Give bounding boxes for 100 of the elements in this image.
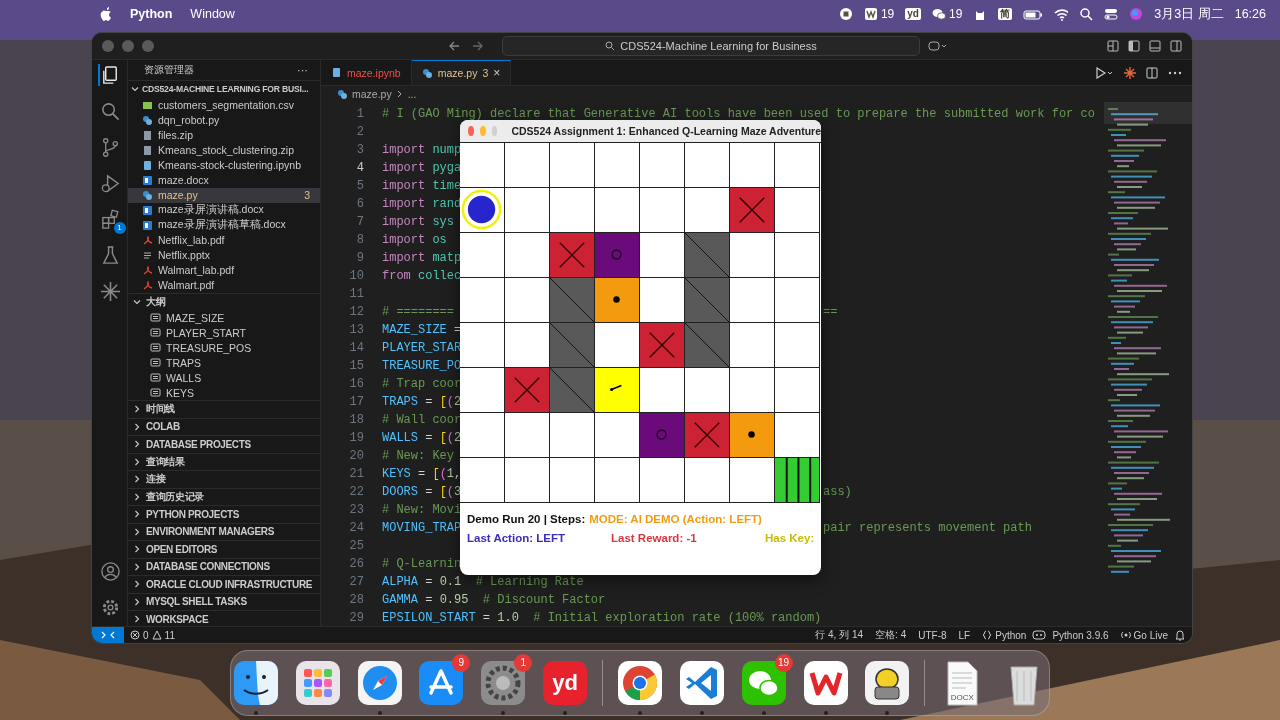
file-item[interactable]: maze录屏演讲稿草稿.docx [128,217,320,233]
editor-tab[interactable]: maze.ipynb [321,60,412,85]
panel-toggle-icon[interactable] [1149,40,1161,52]
section-header[interactable]: CDS524-MACHINE LEARNING FOR BUSI... [128,80,320,98]
section-header[interactable]: 连接 [128,470,320,488]
chat-bubbles-icon[interactable] [931,7,946,21]
orb-icon[interactable] [1129,7,1144,21]
command-center[interactable]: CDS524-Machine Learning for Business [502,36,920,56]
apple-icon[interactable] [100,7,112,21]
run-debug-icon[interactable] [100,172,121,194]
outline-item[interactable]: TREASURE_POS [128,340,320,355]
app-menu[interactable]: Python [130,7,173,21]
section-header[interactable]: DATABASE PROJECTS [128,435,320,453]
sidebar-toggle-icon[interactable] [1128,40,1140,52]
interpreter-selector[interactable]: Python 3.9.6 [1046,629,1115,641]
section-header[interactable]: OPEN EDITORS [128,540,320,558]
menu-clock[interactable]: 16:26 [1234,7,1266,21]
section-header[interactable]: PYTHON PROJECTS [128,505,320,523]
finder-icon[interactable] [231,659,280,707]
file-item[interactable]: Kmeans-stock-clustering.ipynb [128,157,320,173]
section-header[interactable]: MYSQL SHELL TASKS [128,592,320,610]
menu-item[interactable]: Window [190,7,235,21]
line-number: 18 [348,413,365,427]
outline-item[interactable]: WALLS [128,370,320,385]
copilot-icon[interactable] [928,40,948,52]
section-header[interactable]: 查询历史记录 [128,487,320,505]
line-number: 6 [355,197,365,211]
section-header[interactable]: ORACLE CLOUD INFRASTRUCTURE [128,575,320,593]
flask-icon[interactable] [100,244,121,266]
branch-icon[interactable] [100,136,121,158]
extensions-icon[interactable] [100,208,121,230]
file-item[interactable]: maze.py 3 [128,187,320,203]
menu-date[interactable]: 3月3日 周二 [1154,5,1224,23]
language-mode[interactable]: Python [976,629,1033,641]
section-header[interactable]: 时间线 [128,400,320,418]
window-control[interactable] [122,40,134,52]
breadcrumb-item[interactable]: ... [407,88,417,100]
browser-icon[interactable] [616,659,664,707]
compass-icon[interactable] [355,659,404,707]
split-editor-icon[interactable] [1146,66,1158,79]
app-store-icon[interactable] [417,659,466,707]
app-grid-icon[interactable] [293,659,342,707]
toggles-icon[interactable] [1104,7,1119,21]
indent-setting[interactable]: 空格: 4 [869,628,913,642]
line-ending-setting[interactable]: LF [952,629,977,641]
outline-item[interactable]: TRAPS [128,355,320,370]
file-item[interactable]: Netflix_lab.pdf [128,232,320,248]
file-item[interactable]: Walmart.pdf [128,277,320,293]
secondary-sidebar-icon[interactable] [1170,40,1182,52]
chat-bubbles-icon[interactable] [739,659,788,707]
sparkle-icon[interactable] [100,280,121,302]
section-header[interactable]: 大纲 [128,292,320,310]
sparkle-icon[interactable] [1124,66,1136,79]
forward-arrow-icon[interactable] [472,40,484,52]
back-arrow-icon[interactable] [448,40,460,52]
code-editor-icon[interactable] [677,659,726,707]
record-icon[interactable] [838,7,853,21]
section-header[interactable]: ENVIRONMENT MANAGERS [128,522,320,540]
app-logo[interactable]: yd [905,8,921,20]
app-logo-icon[interactable] [541,659,590,707]
file-item[interactable]: dqn_robot.py [128,112,320,128]
account-icon[interactable] [100,560,121,582]
search-icon[interactable] [1079,7,1094,21]
live-server-button[interactable]: Go Live [1114,629,1174,641]
file-item[interactable]: maze.docx [128,172,320,188]
file-item[interactable]: Kmeans_stock_clustering.zip [128,142,320,158]
bell-icon[interactable] [1174,629,1186,641]
outline-item[interactable]: MAZE_SIZE [128,310,320,325]
outline-item[interactable]: KEYS [128,385,320,400]
copilot-icon[interactable] [1032,630,1047,640]
close-button[interactable]: × [493,66,501,80]
editor-tab[interactable]: maze.py 3 × [411,60,512,85]
cursor-position[interactable]: 行 4, 列 14 [809,628,870,642]
run-icon[interactable] [1096,66,1114,79]
remote-button[interactable] [92,627,124,643]
problems-indicator[interactable]: 0 11 [124,629,181,641]
line-number: 26 [348,557,365,571]
file-item[interactable]: customers_segmentation.csv [128,97,320,113]
search-icon[interactable] [100,100,121,122]
encoding-setting[interactable]: UTF-8 [912,629,953,641]
line-number: 2 [355,125,365,139]
file-item[interactable]: maze录屏演讲稿.docx [128,202,320,218]
document-app-icon[interactable] [801,659,850,707]
window-control[interactable] [102,40,114,52]
file-item[interactable]: files.zip [128,127,320,143]
section-header[interactable]: DATABASE CONNECTIONS [128,557,320,575]
turtle-icon[interactable] [863,659,912,707]
battery-icon[interactable] [1023,7,1044,21]
wifi-icon[interactable] [1054,7,1069,21]
file-item[interactable]: Netflix.pptx [128,247,320,263]
window-control[interactable] [142,40,154,52]
section-header[interactable]: COLAB [128,417,320,435]
section-header[interactable]: 查询结果 [128,452,320,470]
outline-item[interactable]: PLAYER_START [128,325,320,340]
more-actions-button[interactable]: ··· [297,64,308,76]
file-item[interactable]: Walmart_lab.pdf [128,262,320,278]
input-method-icon[interactable]: 简 [998,8,1013,20]
breadcrumb-item[interactable]: maze.py [352,88,392,100]
layout-icon[interactable] [1107,40,1119,52]
gear-icon[interactable] [479,659,528,707]
